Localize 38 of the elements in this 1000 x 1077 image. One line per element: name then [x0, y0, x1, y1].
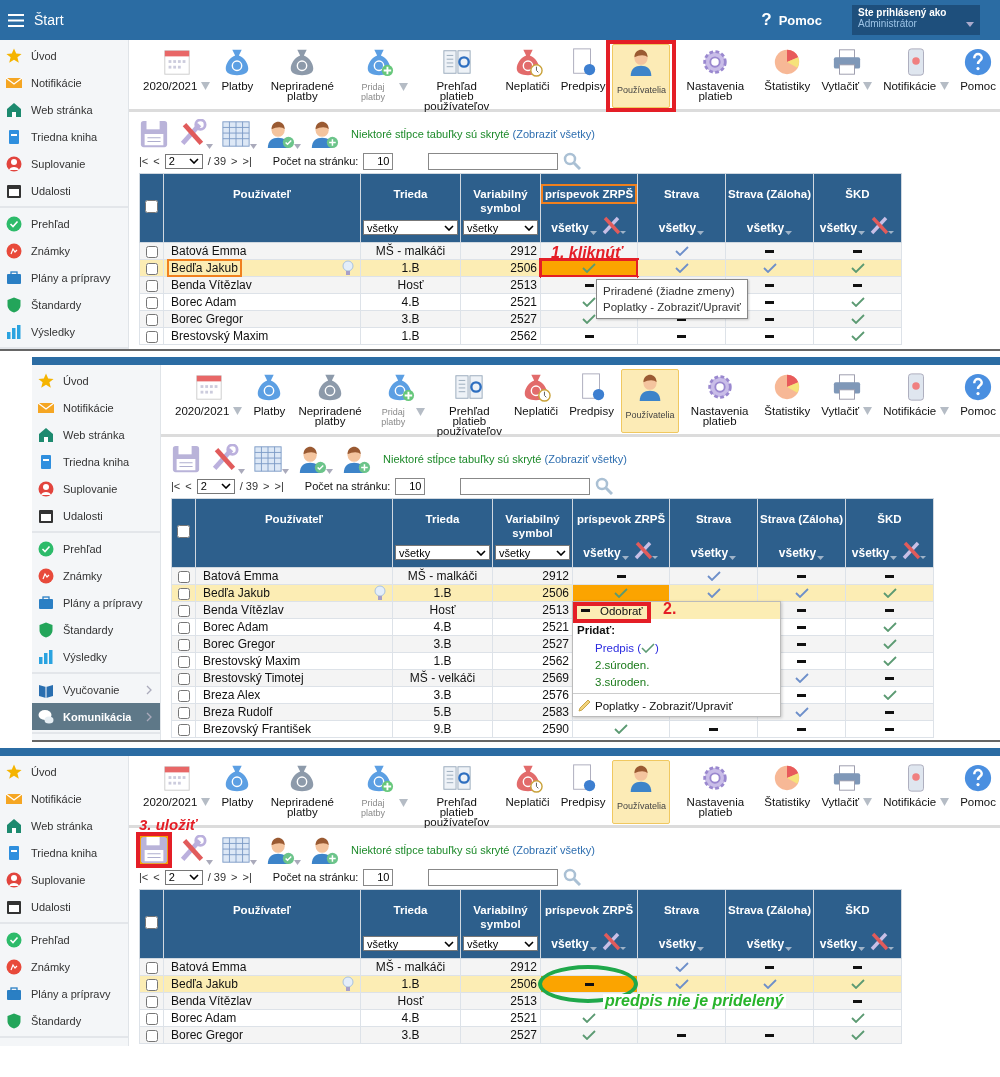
column-title: Používateľ [231, 187, 293, 202]
column-title: Strava (Záloha) [726, 187, 813, 202]
column-title: Variabilný symbol [472, 187, 529, 216]
column-title: Variabilný symbol [472, 903, 529, 932]
column-title: Strava (Záloha) [758, 512, 845, 527]
column-title: Strava [662, 187, 701, 202]
column-title: ŠKD [876, 512, 903, 527]
menu-heading: Pridať: [576, 623, 617, 638]
column-title: príspevok ZRPŠ [543, 903, 635, 918]
step-label: 2. [663, 602, 677, 616]
column-title: Strava [694, 512, 733, 527]
per-page-label: Počet na stránku: [304, 480, 391, 492]
hidden-columns-note: Niektoré stĺpce tabuľky sú skryté (Zobraziť všetky) [351, 844, 595, 856]
column-title: ŠKD [844, 187, 871, 202]
column-title: ŠKD [844, 903, 871, 918]
page-count: / 39 [239, 480, 259, 492]
column-title: Trieda [392, 187, 429, 202]
page-title: Štart [34, 12, 64, 28]
column-title: príspevok ZRPŠ [575, 512, 667, 527]
result-note: predpis nie je pridelený [603, 994, 786, 1008]
hidden-columns-note: Niektoré stĺpce tabuľky sú skryté (Zobraziť všetky) [351, 128, 595, 140]
hidden-columns-note: Niektoré stĺpce tabuľky sú skryté (Zobraziť všetky) [383, 453, 627, 465]
column-title: Trieda [392, 903, 429, 918]
page-count: / 39 [207, 155, 227, 167]
column-title: Strava [662, 903, 701, 918]
page-count: / 39 [207, 871, 227, 883]
column-title: Používateľ [263, 512, 325, 527]
step-label: 1. kliknúť [551, 246, 623, 260]
per-page-label: Počet na stránku: [272, 155, 359, 167]
column-title: Trieda [424, 512, 461, 527]
tooltip-text: Poplatky - Zobraziť/Upraviť [603, 300, 741, 315]
column-title: Strava (Záloha) [726, 903, 813, 918]
column-title: Používateľ [231, 903, 293, 918]
column-title: Variabilný symbol [504, 512, 561, 541]
tooltip-text: Priradené (žiadne zmeny) [603, 284, 736, 299]
column-title: príspevok ZRPŠ [540, 184, 638, 204]
per-page-label: Počet na stránku: [272, 871, 359, 883]
step-label: 3. uložiť [139, 817, 198, 833]
